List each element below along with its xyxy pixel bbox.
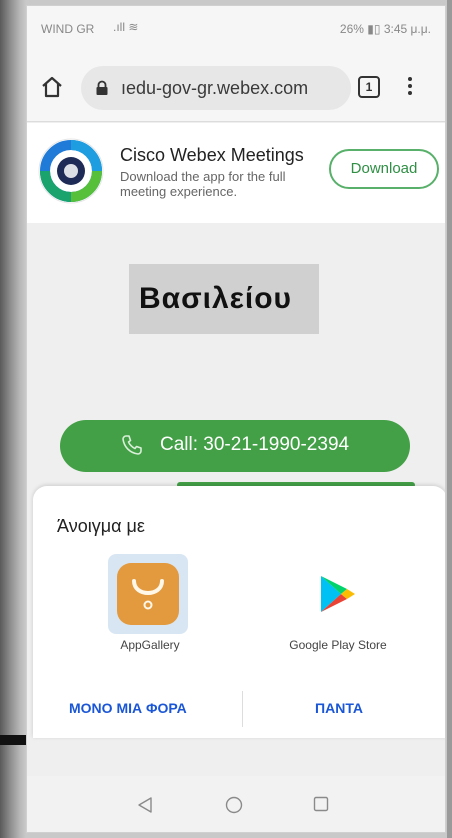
home-circle-icon[interactable] — [225, 796, 243, 814]
always-button[interactable]: ΠΑΝΤΑ — [315, 700, 363, 716]
appgallery-label: AppGallery — [120, 638, 180, 652]
banner-title: Cisco Webex Meetings — [120, 145, 304, 165]
download-button[interactable]: Download — [329, 149, 439, 189]
call-button-label: Call: 30-21-1990-2394 — [160, 434, 350, 455]
overflow-menu-icon[interactable] — [405, 74, 415, 100]
google-play-icon[interactable] — [315, 572, 359, 616]
appgallery-option[interactable] — [108, 554, 188, 634]
phone-screen: WIND GR .ıll ≋ 26% ▮▯ 3:45 μ.μ. ıedu-gov… — [26, 5, 446, 833]
button-divider — [242, 691, 243, 727]
lock-icon — [96, 80, 108, 95]
url-text: ıedu-gov-gr.webex.com — [121, 78, 309, 98]
app-install-banner: Cisco Webex Meetings Download the app fo… — [27, 123, 445, 223]
call-button[interactable]: Call: 30-21-1990-2394 — [60, 420, 410, 472]
back-icon[interactable] — [137, 796, 153, 814]
open-with-sheet: Άνοιγμα με AppGallery Google Play Store … — [33, 486, 445, 738]
photo-frame-edge — [447, 0, 452, 838]
status-bar: WIND GR .ıll ≋ 26% ▮▯ 3:45 μ.μ. — [27, 6, 445, 54]
battery-time-label: 26% ▮▯ 3:45 μ.μ. — [339, 22, 431, 36]
home-icon[interactable] — [39, 74, 65, 100]
just-once-button[interactable]: ΜΟΝΟ ΜΙΑ ΦΟΡΑ — [69, 700, 187, 716]
appgallery-icon — [117, 563, 179, 625]
tab-switcher-icon[interactable]: 1 — [358, 76, 380, 98]
webex-logo-icon — [38, 138, 104, 204]
carrier-label: WIND GR — [41, 22, 95, 36]
sheet-title: Άνοιγμα με — [57, 516, 145, 536]
recent-apps-icon[interactable] — [313, 796, 329, 812]
google-play-label: Google Play Store — [289, 638, 387, 652]
system-nav-bar — [27, 776, 445, 832]
banner-description: Download the app for the full meeting ex… — [120, 169, 286, 199]
host-name-label: Βασιλείου — [139, 282, 293, 315]
browser-toolbar: ıedu-gov-gr.webex.com 1 — [27, 54, 445, 122]
address-bar[interactable]: ıedu-gov-gr.webex.com — [81, 66, 351, 110]
phone-icon — [122, 435, 142, 455]
signal-wifi-icon: .ıll ≋ — [113, 20, 139, 34]
